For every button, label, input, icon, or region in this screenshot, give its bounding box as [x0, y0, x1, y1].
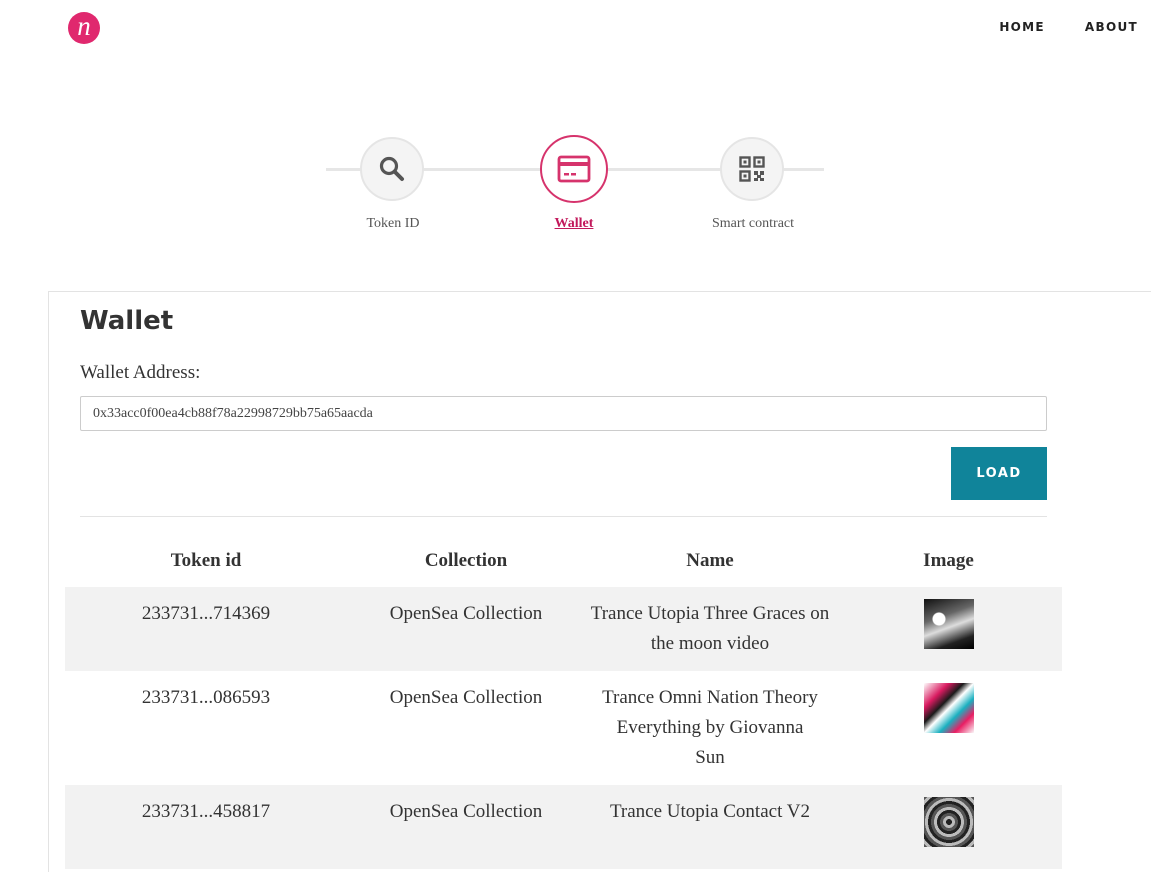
step-smart-contract[interactable]	[720, 137, 784, 201]
collection-cell: OpenSea Collection	[347, 587, 585, 671]
column-header-token-id: Token id	[170, 550, 242, 571]
top-nav: HOME ABOUT	[999, 20, 1138, 34]
image-cell	[835, 785, 1062, 869]
image-cell	[835, 671, 1062, 785]
wallet-icon	[557, 155, 591, 183]
page-title: Wallet	[80, 306, 174, 336]
name-cell: Trance Utopia Contact V2	[585, 785, 835, 869]
wallet-address-input[interactable]	[80, 396, 1047, 431]
site-logo[interactable]: n	[68, 12, 100, 44]
step-wallet[interactable]	[540, 135, 608, 203]
nft-thumbnail[interactable]	[923, 683, 974, 733]
collection-cell: OpenSea Collection	[389, 687, 543, 708]
nft-thumbnail[interactable]	[923, 797, 974, 847]
tokens-table: Token id Collection Name Image 233731...…	[65, 535, 1062, 869]
step-label-token-id[interactable]: Token ID	[303, 216, 483, 232]
column-header-name: Name	[686, 550, 734, 571]
step-token-id[interactable]	[360, 137, 424, 201]
table-row[interactable]: 233731...714369 OpenSea Collection Tranc…	[65, 587, 1062, 671]
image-cell	[835, 587, 1062, 671]
nav-home-link[interactable]: HOME	[999, 20, 1045, 34]
token-name: Trance Utopia Contact V2	[609, 801, 810, 822]
token-id-cell: 233731...086593	[141, 687, 271, 708]
nav-about-link[interactable]: ABOUT	[1085, 20, 1138, 34]
column-header-collection: Collection	[424, 550, 508, 571]
table-row[interactable]: 233731...458817 OpenSea Collection Tranc…	[65, 785, 1062, 869]
name-cell: Trance Omni Nation Theory Everything by …	[585, 671, 835, 785]
table-header-row: Token id Collection Name Image	[65, 535, 1062, 587]
nft-thumbnail[interactable]	[923, 599, 974, 649]
table-row[interactable]: 233731...086593 OpenSea Collection Tranc…	[65, 671, 1062, 785]
name-cell: Trance Utopia Three Graces on the moon v…	[585, 587, 835, 671]
search-icon	[379, 156, 404, 181]
collection-cell: OpenSea Collection	[347, 785, 585, 869]
step-label-smart-contract[interactable]: Smart contract	[663, 216, 843, 232]
qr-code-icon	[739, 156, 765, 182]
wallet-address-label: Wallet Address:	[80, 362, 201, 383]
load-button[interactable]: LOAD	[951, 447, 1047, 500]
divider	[80, 516, 1047, 517]
token-name: Trance Utopia Three Graces on the moon v…	[590, 603, 830, 654]
token-id-cell: 233731...714369	[65, 587, 347, 671]
column-header-image: Image	[923, 550, 974, 571]
token-id-cell: 233731...458817	[65, 785, 347, 869]
step-label-wallet[interactable]: Wallet	[484, 216, 664, 232]
token-name: Trance Omni Nation Theory Everything by …	[602, 687, 818, 768]
